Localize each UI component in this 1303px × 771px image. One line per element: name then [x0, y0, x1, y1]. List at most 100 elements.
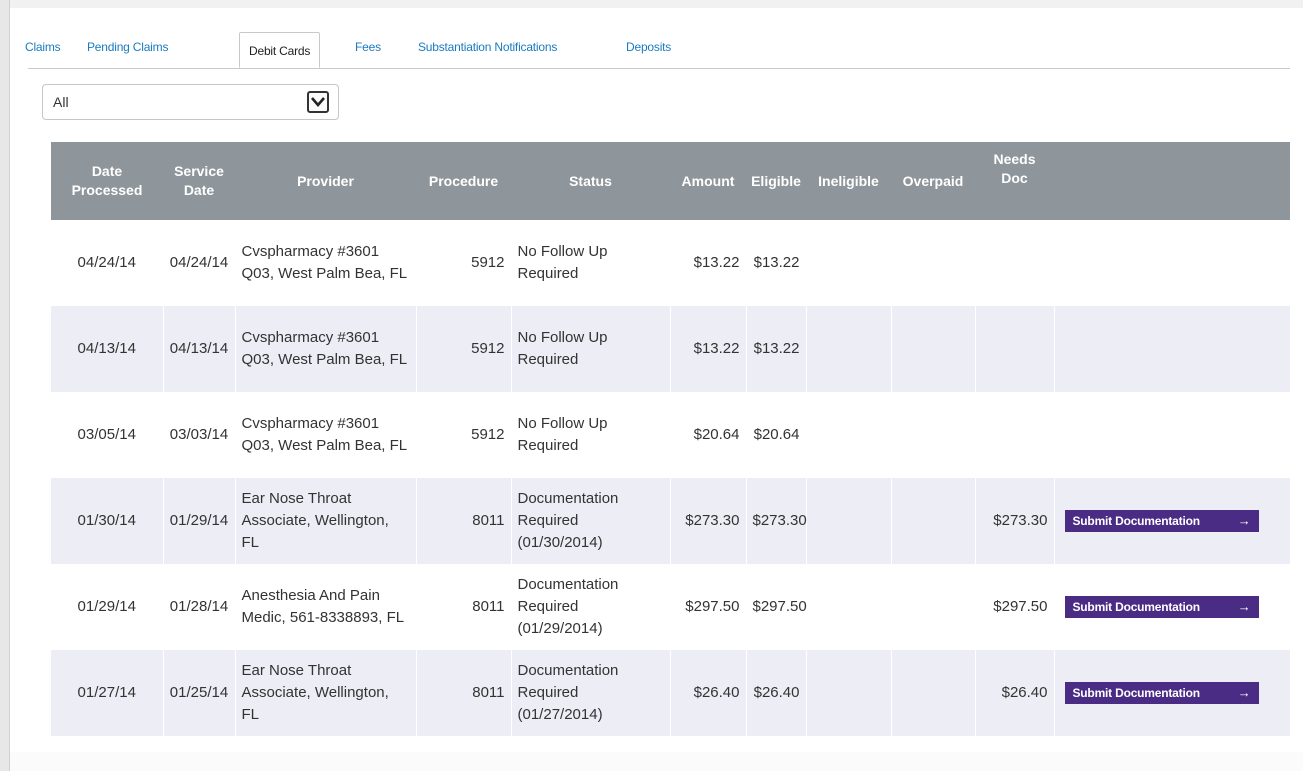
cell-status: Documentation Required (01/29/2014)	[511, 564, 671, 650]
table-row: 01/27/14 01/25/14 Ear Nose Throat Associat…	[51, 650, 1291, 736]
submit-documentation-button[interactable]: Submit Documentation →	[1064, 596, 1259, 618]
cell-eligible: $297.50	[746, 564, 807, 650]
cell-provider: Ear Nose Throat Associate, Wellington, F…	[235, 650, 417, 736]
window-top-edge	[0, 0, 1303, 8]
cell-provider: Cvspharmacy #3601 Q03, West Palm Bea, FL	[235, 220, 417, 306]
cell-overpaid	[891, 650, 976, 736]
table-row: 03/05/14 03/03/14 Cvspharmacy #3601 Q03, W…	[51, 392, 1291, 478]
cell-ineligible	[806, 564, 892, 650]
tab-pending-claims[interactable]: Pending Claims	[87, 40, 168, 54]
cell-eligible: $20.64	[746, 392, 807, 478]
cell-status: No Follow Up Required	[511, 392, 671, 478]
cell-overpaid	[891, 564, 976, 650]
table-row: 04/24/14 04/24/14 Cvspharmacy #3601 Q03, W…	[51, 220, 1291, 306]
cell-needs-doc: $273.30	[975, 478, 1055, 564]
cell-status: No Follow Up Required	[511, 306, 671, 392]
header-status[interactable]: Status	[511, 142, 670, 220]
tab-substantiation-notifications[interactable]: Substantiation Notifications	[418, 40, 557, 54]
cell-overpaid	[891, 220, 976, 306]
header-procedure[interactable]: Procedure	[416, 142, 511, 220]
cell-amount: $13.22	[670, 220, 747, 306]
cell-date-processed: 03/05/14	[51, 392, 164, 478]
cell-eligible: $273.30	[746, 478, 807, 564]
cell-provider: Cvspharmacy #3601 Q03, West Palm Bea, FL	[235, 306, 417, 392]
header-amount[interactable]: Amount	[670, 142, 746, 220]
cell-ineligible	[806, 220, 892, 306]
header-service-date[interactable]: Service Date	[163, 142, 235, 220]
table-row: 01/30/14 01/29/14 Ear Nose Throat Associat…	[51, 478, 1291, 564]
arrow-right-icon: →	[1237, 513, 1251, 528]
cell-ineligible	[806, 306, 892, 392]
window-bottom-edge	[10, 752, 1303, 771]
cell-ineligible	[806, 650, 892, 736]
cell-action: Submit Documentation →	[1054, 478, 1291, 564]
submit-documentation-button[interactable]: Submit Documentation →	[1064, 510, 1259, 532]
debit-card-transactions-table: Date Processed Service Date Provider Pro…	[51, 142, 1291, 736]
cell-procedure: 8011	[416, 564, 512, 650]
window-left-edge	[0, 0, 10, 771]
cell-action	[1054, 392, 1291, 478]
cell-action: Submit Documentation →	[1054, 564, 1291, 650]
cell-service-date: 01/29/14	[163, 478, 236, 564]
cell-status: Documentation Required (01/30/2014)	[511, 478, 671, 564]
cell-action	[1054, 220, 1291, 306]
tab-fees[interactable]: Fees	[355, 40, 381, 54]
cell-procedure: 8011	[416, 478, 512, 564]
cell-overpaid	[891, 478, 976, 564]
tab-bar: Claims Pending Claims Debit Cards Fees S…	[25, 32, 1290, 69]
cell-date-processed: 04/24/14	[51, 220, 164, 306]
cell-procedure: 8011	[416, 650, 512, 736]
cell-needs-doc: $26.40	[975, 650, 1055, 736]
filter-select[interactable]: All	[42, 84, 339, 120]
cell-amount: $26.40	[670, 650, 747, 736]
cell-status: Documentation Required (01/27/2014)	[511, 650, 671, 736]
cell-overpaid	[891, 306, 976, 392]
chevron-down-icon[interactable]	[307, 91, 329, 113]
cell-overpaid	[891, 392, 976, 478]
cell-needs-doc	[975, 306, 1055, 392]
cell-ineligible	[806, 392, 892, 478]
cell-date-processed: 01/27/14	[51, 650, 164, 736]
submit-documentation-label: Submit Documentation	[1072, 686, 1201, 700]
cell-date-processed: 04/13/14	[51, 306, 164, 392]
cell-service-date: 01/25/14	[163, 650, 236, 736]
tab-claims[interactable]: Claims	[25, 40, 61, 54]
cell-needs-doc	[975, 392, 1055, 478]
header-date-processed[interactable]: Date Processed	[51, 142, 163, 220]
submit-documentation-label: Submit Documentation	[1072, 514, 1201, 528]
cell-provider: Cvspharmacy #3601 Q03, West Palm Bea, FL	[235, 392, 417, 478]
filter-selected-value: All	[53, 94, 69, 110]
submit-documentation-label: Submit Documentation	[1072, 600, 1201, 614]
header-action	[1054, 142, 1290, 220]
cell-amount: $13.22	[670, 306, 747, 392]
cell-eligible: $13.22	[746, 306, 807, 392]
cell-amount: $297.50	[670, 564, 747, 650]
header-eligible[interactable]: Eligible	[746, 142, 806, 220]
cell-status: No Follow Up Required	[511, 220, 671, 306]
arrow-right-icon: →	[1237, 599, 1251, 614]
cell-service-date: 04/24/14	[163, 220, 236, 306]
cell-ineligible	[806, 478, 892, 564]
cell-date-processed: 01/29/14	[51, 564, 164, 650]
cell-service-date: 04/13/14	[163, 306, 236, 392]
cell-needs-doc	[975, 220, 1055, 306]
table-row: 01/29/14 01/28/14 Anesthesia And Pain Medi…	[51, 564, 1291, 650]
header-needs-doc[interactable]: Needs Doc	[975, 142, 1054, 220]
tab-debit-cards[interactable]: Debit Cards	[239, 32, 321, 68]
cell-procedure: 5912	[416, 306, 512, 392]
cell-eligible: $26.40	[746, 650, 807, 736]
cell-procedure: 5912	[416, 392, 512, 478]
header-provider[interactable]: Provider	[235, 142, 416, 220]
header-overpaid[interactable]: Overpaid	[891, 142, 975, 220]
cell-amount: $273.30	[670, 478, 747, 564]
header-ineligible[interactable]: Ineligible	[806, 142, 891, 220]
cell-provider: Ear Nose Throat Associate, Wellington, F…	[235, 478, 417, 564]
tab-deposits[interactable]: Deposits	[626, 40, 671, 54]
submit-documentation-button[interactable]: Submit Documentation →	[1064, 682, 1259, 704]
arrow-right-icon: →	[1237, 685, 1251, 700]
cell-date-processed: 01/30/14	[51, 478, 164, 564]
cell-provider: Anesthesia And Pain Medic, 561-8338893, …	[235, 564, 417, 650]
cell-action: Submit Documentation →	[1054, 650, 1291, 736]
cell-amount: $20.64	[670, 392, 747, 478]
cell-needs-doc: $297.50	[975, 564, 1055, 650]
